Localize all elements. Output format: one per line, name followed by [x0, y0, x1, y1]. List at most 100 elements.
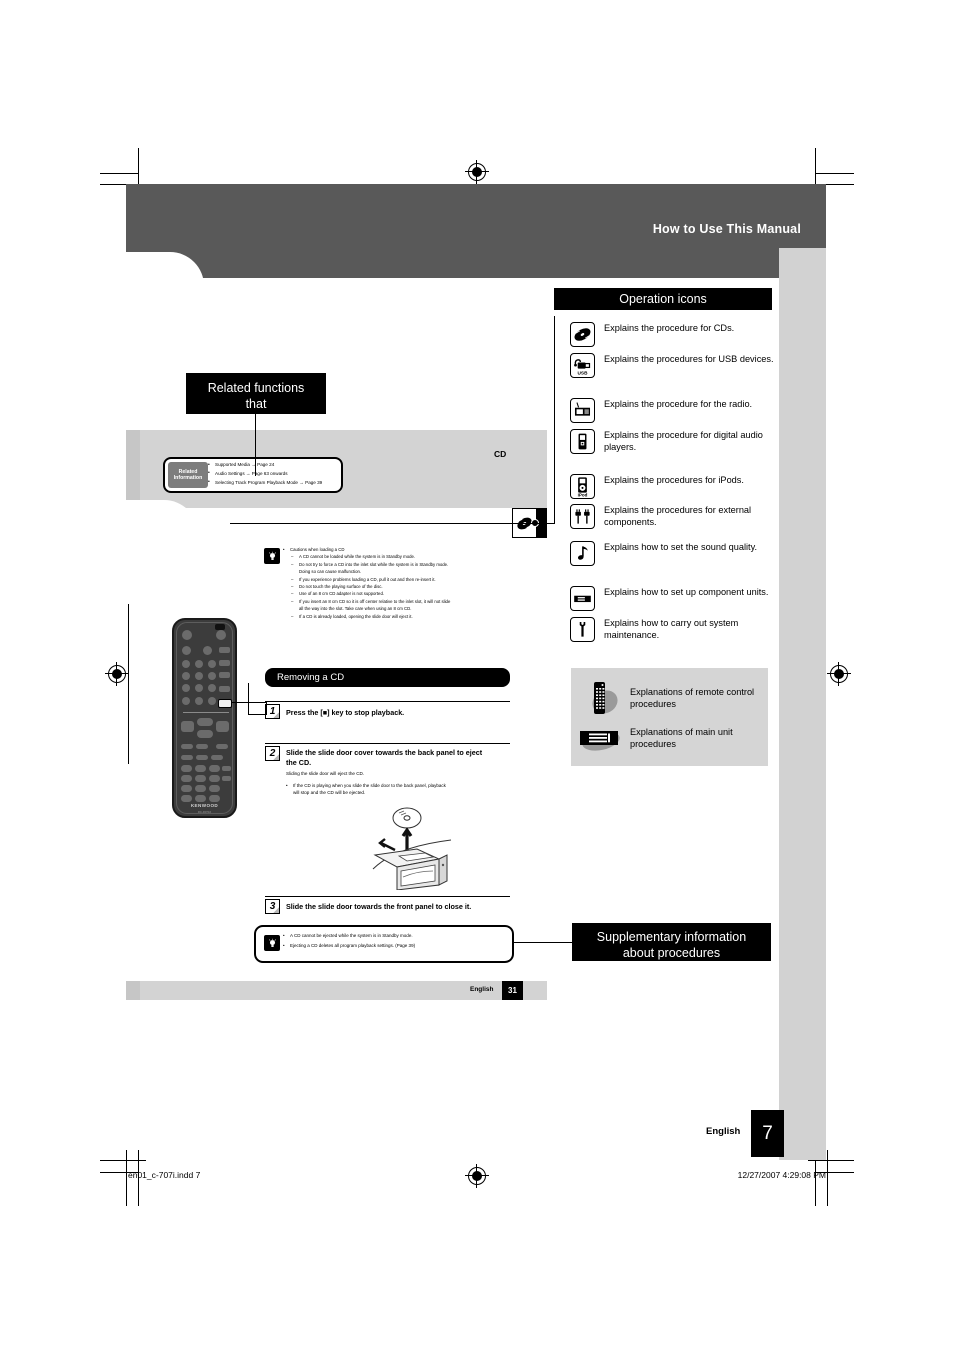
remote-numeric-key [181, 795, 192, 802]
cautions-item: Use of an 8 cm CD adapter is not support… [283, 590, 511, 598]
cautions-block: Cautions when loading a CD A CD cannot b… [283, 545, 511, 621]
remote-button [181, 744, 193, 749]
step-number: 1 [265, 704, 280, 719]
step-rule [265, 896, 510, 897]
step1-leader-horizontal [248, 714, 266, 715]
right-gray-strip [779, 248, 826, 1160]
remote-brand-label: KENWOOD [190, 803, 219, 808]
lightbulb-icon [268, 938, 276, 947]
operation-icon-row: Explains the procedure for digital audio… [570, 429, 780, 454]
procedure-symbol-row: Explanations of main unit procedures [578, 723, 762, 753]
remote-button [208, 660, 216, 668]
cautions-item: Do not touch the playing surface of the … [283, 583, 511, 591]
operation-icon-text: Explains the procedure for the radio. [604, 399, 753, 409]
callout-related-leader [255, 414, 256, 476]
step-number: 3 [265, 899, 280, 914]
related-information-tag: Related Information [168, 462, 208, 488]
operation-icon-text: Explains how to set the sound quality. [604, 542, 758, 552]
step1-leader-vertical [248, 683, 249, 715]
usb-icon-glyph: USB [574, 359, 591, 376]
operation-icon-text: Explains the procedures for external com… [604, 505, 752, 528]
page-header-band-lower [126, 248, 779, 278]
registration-mark-right [827, 662, 851, 686]
callout-line1: Related functions that [207, 381, 305, 411]
component-unit-icon-glyph [574, 595, 591, 603]
operation-icon-row: Explains the procedures for external com… [570, 504, 780, 529]
operation-icon-row: iPod Explains the procedures for iPods. [570, 474, 780, 499]
svg-text:iPod: iPod [578, 492, 588, 497]
cautions-item-cont: all the way into the slot. Take care whe… [299, 606, 412, 612]
tip-bulb-icon [264, 548, 280, 564]
remote-button [222, 766, 231, 771]
callout-line1: Supplementary information [596, 930, 747, 944]
remote-button [219, 647, 230, 653]
remote-dpad-left [181, 721, 194, 732]
preview-footer-page-number: 31 [502, 981, 523, 1000]
remote-button [182, 697, 190, 705]
remote-button [195, 672, 203, 680]
procedure-symbol-row: Explanations of remote control procedure… [582, 678, 762, 718]
music-note-icon-glyph [577, 546, 588, 560]
operation-icon-row: Explains the procedure for the radio. [570, 398, 780, 423]
callout-supplementary-leader [514, 942, 572, 943]
remote-button [219, 686, 230, 692]
remote-group-label [183, 712, 229, 713]
remote-button [222, 776, 231, 781]
step-title-line2: the CD. [286, 758, 312, 767]
remote-button [208, 672, 216, 680]
related-information-tag-line2: Information [173, 475, 203, 481]
remote-button [216, 630, 226, 640]
crop-mark-l2 [100, 173, 138, 174]
cd-eject-illustration [372, 807, 452, 890]
dap-icon [570, 429, 595, 454]
cautions-item: If you experience problems loading a CD,… [283, 576, 511, 584]
cd-icon [570, 322, 595, 347]
remote-leader-line-down [266, 702, 267, 715]
radio-icon-glyph [574, 402, 591, 416]
note-icon [570, 541, 595, 566]
operation-icon-text: Explains the procedures for USB devices. [604, 354, 774, 364]
preview-gray-band-edge [126, 430, 140, 508]
plug-icon [570, 504, 595, 529]
registration-mark-top [465, 160, 489, 184]
remote-model-label: RC-R0716 [197, 810, 212, 814]
step-title: Slide the slide door towards the front p… [286, 902, 472, 911]
svg-text:USB: USB [578, 370, 589, 376]
remote-button [182, 630, 192, 640]
remote-button [182, 660, 190, 668]
remote-control-icon [592, 682, 618, 714]
remote-button [195, 684, 203, 692]
remote-numeric-key [209, 765, 220, 772]
registration-mark-bottom [465, 1164, 489, 1188]
external-components-plug-icon-glyph [575, 509, 590, 524]
operation-icon-row: Explains the procedure for CDs. [570, 322, 780, 347]
remote-leader-line [231, 702, 267, 703]
step-title: Press the [■] key to stop playback. [286, 708, 405, 717]
main-unit-icon [580, 731, 620, 751]
remote-button [196, 755, 208, 760]
note-bulb-icon [264, 935, 280, 951]
crop-mark-right-v [827, 1150, 828, 1206]
operation-icon-row: Explains how to set the sound quality. [570, 541, 780, 566]
list-item: Ejecting a CD deletes all program playba… [283, 941, 508, 951]
cautions-item-cont: Doing so can cause malfunction. [299, 569, 362, 575]
list-item: Audio Settings → Page 63 onwards [208, 469, 340, 479]
procedure-symbol-text: Explanations of remote control procedure… [630, 686, 755, 709]
usb-icon: USB [570, 353, 595, 378]
crop-mark-bl-h [100, 1160, 146, 1161]
remote-button [208, 697, 216, 705]
remote-numeric-key [209, 785, 220, 792]
cd-tab-label: CD [494, 449, 507, 459]
radio-icon [570, 398, 595, 423]
remote-button [219, 660, 230, 666]
remote-numeric-key [181, 765, 192, 772]
cautions-item: If a CD is already loaded, opening the s… [283, 613, 511, 621]
lightbulb-icon [268, 551, 276, 560]
preview-left-rule [128, 604, 129, 764]
list-item: A CD cannot be ejected while the system … [283, 930, 508, 941]
remote-button [195, 697, 203, 705]
operation-icon-row: Explains how to carry out system mainten… [570, 617, 780, 642]
leader-line-operation-icons-v [554, 316, 555, 523]
print-timestamp: 12/27/2007 4:29:08 PM [737, 1170, 826, 1180]
page-header-band [126, 184, 826, 248]
